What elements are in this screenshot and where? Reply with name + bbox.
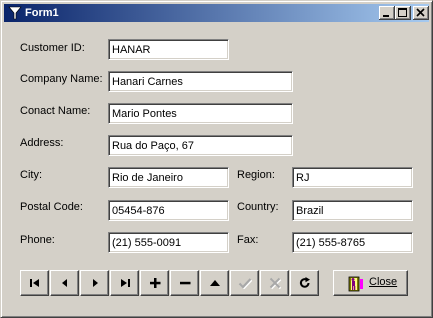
first-record-button[interactable] xyxy=(20,270,49,296)
delete-record-button[interactable] xyxy=(170,270,199,296)
maximize-icon xyxy=(398,8,407,17)
minimize-icon xyxy=(383,15,389,17)
country-field[interactable]: Brazil xyxy=(292,200,413,221)
refresh-data-button[interactable] xyxy=(290,270,319,296)
edit-record-icon xyxy=(209,280,220,286)
postal-code-field[interactable]: 05454-876 xyxy=(108,200,229,221)
door-exit-icon xyxy=(348,276,363,292)
address-field[interactable]: Rua do Paço, 67 xyxy=(108,135,293,156)
region-field[interactable]: RJ xyxy=(292,167,413,188)
insert-record-icon xyxy=(149,278,160,288)
close-icon xyxy=(416,8,425,17)
first-record-icon xyxy=(29,279,39,287)
phone-label: Phone: xyxy=(20,234,55,246)
company-name-field[interactable]: Hanari Carnes xyxy=(108,71,293,92)
prior-record-icon xyxy=(61,279,67,287)
cancel-edit-icon xyxy=(269,277,281,290)
refresh-data-icon xyxy=(299,277,310,288)
company-name-label: Company Name: xyxy=(20,73,103,85)
last-record-icon xyxy=(120,279,130,287)
insert-record-button[interactable] xyxy=(140,270,169,296)
close-button-label: Close xyxy=(369,276,398,288)
edit-record-button[interactable] xyxy=(200,270,229,296)
last-record-button[interactable] xyxy=(110,270,139,296)
title-bar[interactable]: Form1 xyxy=(4,4,429,22)
phone-field[interactable]: (21) 555-0091 xyxy=(108,232,229,253)
customer-id-field[interactable]: HANAR xyxy=(108,39,229,60)
city-field[interactable]: Rio de Janeiro xyxy=(108,167,229,188)
prior-record-button[interactable] xyxy=(50,270,79,296)
form1-window: Form1 Customer ID: HANAR Company Name: H… xyxy=(0,0,433,318)
next-record-icon xyxy=(92,279,98,287)
close-button[interactable]: Close xyxy=(333,270,408,296)
delphi-form-icon xyxy=(8,6,22,20)
region-label: Region: xyxy=(237,169,275,181)
close-window-button[interactable] xyxy=(413,6,429,20)
window-title: Form1 xyxy=(25,7,59,19)
cancel-edit-button[interactable] xyxy=(260,270,289,296)
city-label: City: xyxy=(20,169,42,181)
customer-id-label: Customer ID: xyxy=(20,42,85,54)
post-edit-icon xyxy=(238,278,252,289)
fax-label: Fax: xyxy=(237,234,259,246)
contact-name-label: Conact Name: xyxy=(20,105,91,117)
maximize-button[interactable] xyxy=(395,6,411,20)
post-edit-button[interactable] xyxy=(230,270,259,296)
db-navigator xyxy=(20,270,321,296)
next-record-button[interactable] xyxy=(80,270,109,296)
postal-code-label: Postal Code: xyxy=(20,201,83,213)
country-label: Country: xyxy=(237,201,279,213)
fax-field[interactable]: (21) 555-8765 xyxy=(292,232,413,253)
address-label: Address: xyxy=(20,137,64,149)
minimize-button[interactable] xyxy=(379,6,395,20)
delete-record-icon xyxy=(179,281,190,285)
contact-name-field[interactable]: Mario Pontes xyxy=(108,103,293,124)
